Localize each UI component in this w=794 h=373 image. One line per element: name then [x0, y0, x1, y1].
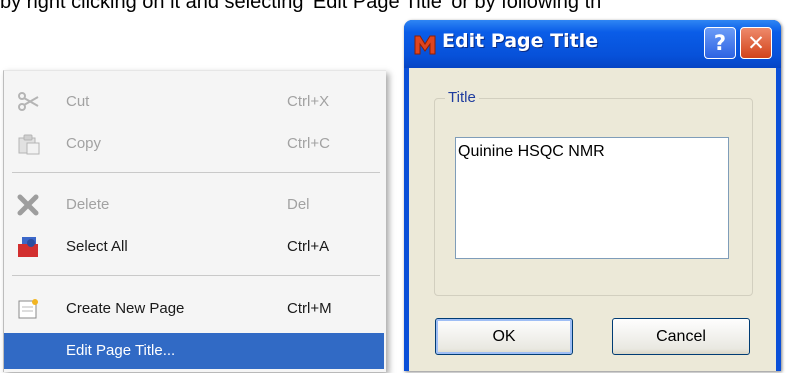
menu-item-shortcut: Ctrl+A: [287, 238, 330, 255]
menu-item-shortcut: Ctrl+X: [287, 93, 330, 110]
menu-item-edit-page-title[interactable]: Edit Page Title...: [4, 333, 384, 369]
title-groupbox: Title Quinine HSQC NMR: [434, 89, 753, 296]
menu-item-select-all[interactable]: Select All Ctrl+A: [4, 229, 384, 265]
dialog-client-area: Title Quinine HSQC NMR OK Cancel: [409, 68, 776, 371]
cancel-button[interactable]: Cancel: [612, 318, 750, 355]
menu-item-shortcut: Ctrl+C: [287, 135, 330, 152]
menu-item-cut[interactable]: Cut Ctrl+X: [4, 84, 384, 120]
edit-page-title-dialog: Edit Page Title ? ✕ Title Quinine HSQC N…: [404, 20, 781, 371]
menu-item-label: Edit Page Title...: [66, 342, 176, 359]
instruction-text: by right clicking on it and selecting 'E…: [0, 0, 602, 13]
ok-button[interactable]: OK: [435, 318, 573, 355]
select-all-icon: [16, 236, 42, 258]
menu-item-shortcut: Ctrl+M: [287, 300, 332, 317]
menu-item-label: Delete: [66, 196, 110, 213]
menu-item-shortcut: Del: [287, 196, 310, 213]
mnova-logo-icon: [413, 32, 437, 56]
scissors-icon: [16, 91, 42, 113]
copy-icon: [16, 133, 42, 155]
menu-item-create-new-page[interactable]: Create New Page Ctrl+M: [4, 291, 384, 327]
menu-item-label: Create New Page: [66, 300, 185, 317]
dialog-titlebar[interactable]: Edit Page Title ? ✕: [404, 20, 781, 68]
menu-item-label: Copy: [66, 135, 102, 152]
menu-item-copy[interactable]: Copy Ctrl+C: [4, 126, 384, 162]
group-label: Title: [445, 89, 479, 106]
menu-separator: [12, 275, 380, 276]
close-button[interactable]: ✕: [740, 27, 772, 59]
help-button[interactable]: ?: [704, 27, 736, 59]
delete-x-icon: [16, 194, 42, 216]
menu-separator: [12, 172, 380, 173]
menu-item-label: Cut: [66, 93, 90, 110]
title-input[interactable]: Quinine HSQC NMR: [455, 137, 729, 259]
menu-item-label: Select All: [66, 238, 128, 255]
context-menu: Cut Ctrl+X Copy Ctrl+C Delete Del Select…: [3, 70, 386, 372]
menu-item-delete[interactable]: Delete Del: [4, 187, 384, 223]
dialog-title: Edit Page Title: [442, 30, 599, 52]
new-page-icon: [16, 298, 42, 320]
